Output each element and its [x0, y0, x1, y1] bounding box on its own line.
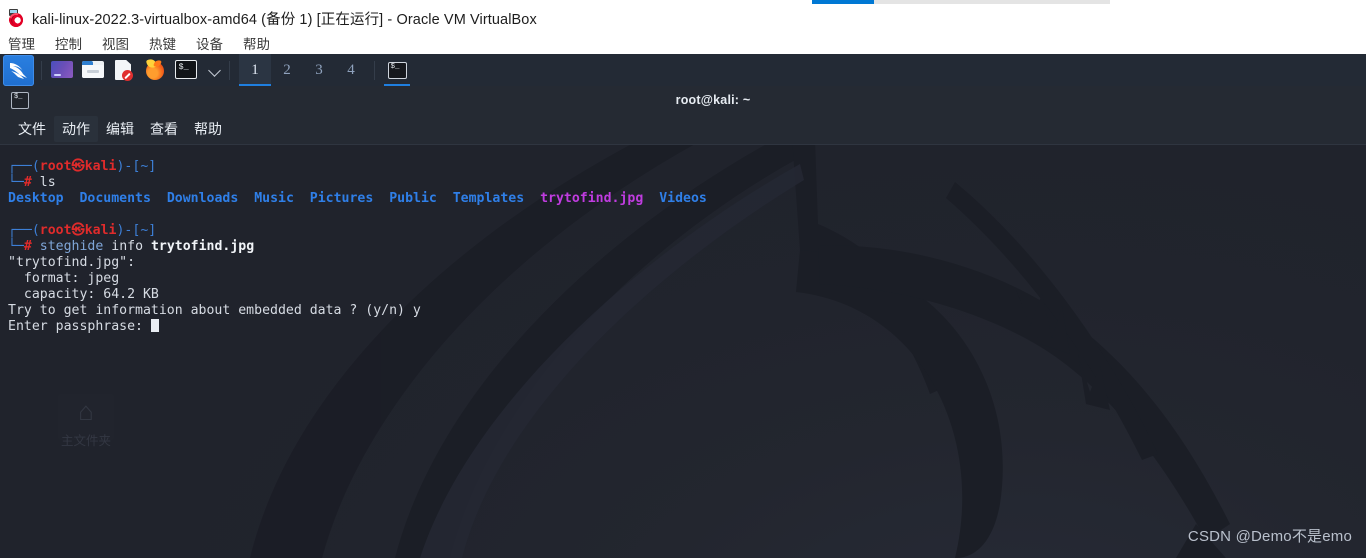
command-arg-2: info	[103, 239, 151, 254]
terminal-output-area[interactable]: ┌──(root㉿kali)-[~] └─# ls Desktop Docume…	[0, 145, 1366, 558]
firefox-icon	[144, 57, 166, 81]
panel-separator-2	[229, 60, 230, 80]
command-text-1: ls	[39, 175, 56, 190]
prompt-host-1: kali	[84, 159, 117, 174]
black-terminal-icon: $_	[175, 60, 197, 79]
prompt-host-2: kali	[84, 223, 117, 238]
guest-screen: ⌂ 主文件夹 $_ 1 2 3 4 $_ $_ root@kali: ~ 文件 …	[0, 54, 1366, 558]
output-line-prompt-question: Try to get information about embedded da…	[8, 303, 421, 318]
panel-separator-3	[374, 60, 375, 80]
output-line-format: format: jpeg	[8, 271, 120, 286]
menu-help[interactable]: 帮助	[243, 33, 270, 53]
terminal-window-chrome: $_ root@kali: ~ 文件 动作 编辑 查看 帮助	[0, 86, 1366, 145]
xfce-top-panel: $_ 1 2 3 4 $_	[0, 54, 1366, 86]
virtualbox-titlebar: kali-linux-2022.3-virtualbox-amd64 (备份 1…	[0, 5, 1366, 31]
passphrase-label: Enter passphrase:	[8, 319, 151, 334]
workspace-3[interactable]: 3	[303, 54, 335, 86]
terminal-tab[interactable]: $_	[7, 89, 33, 111]
document-icon	[113, 59, 133, 81]
prompt-at-icon-2: ㉿	[71, 223, 85, 238]
ls-entry-trytofind-jpg: trytofind.jpg	[540, 191, 644, 206]
prompt-user-2: root	[39, 223, 72, 238]
prompt-sigil-2: #	[23, 239, 32, 254]
prompt-sigil-1: #	[23, 175, 32, 190]
command-line-2: └─# steghide info trytofind.jpg	[8, 239, 255, 254]
terminal-window-icon	[51, 61, 73, 78]
taskbar-terminal-task[interactable]: $_	[384, 57, 410, 86]
menu-hotkey[interactable]: 热键	[149, 33, 176, 53]
menu-control[interactable]: 控制	[55, 33, 82, 53]
prompt-line-2: ┌──(root㉿kali)-[~]	[8, 223, 157, 238]
virtualbox-menubar: 管理 控制 视图 热键 设备 帮助	[0, 31, 1366, 54]
screenshot-root: kali-linux-2022.3-virtualbox-amd64 (备份 1…	[0, 0, 1366, 558]
command-name-2: steghide	[39, 239, 104, 254]
kali-menu-button[interactable]	[3, 54, 34, 86]
menu-devices[interactable]: 设备	[196, 33, 223, 53]
terminal-menu-actions[interactable]: 动作	[54, 116, 98, 142]
terminal-menubar: 文件 动作 编辑 查看 帮助	[0, 114, 1366, 145]
terminal-menu-view[interactable]: 查看	[142, 116, 186, 142]
ls-output-row: Desktop Documents Downloads Music Pictur…	[8, 191, 1366, 207]
firefox-launcher[interactable]	[144, 57, 166, 81]
terminal-menu-edit[interactable]: 编辑	[98, 116, 142, 142]
command-file-2: trytofind.jpg	[150, 239, 255, 254]
root-terminal-launcher[interactable]: $_	[175, 59, 197, 81]
folder-icon	[82, 61, 104, 78]
output-line-capacity: capacity: 64.2 KB	[8, 287, 159, 302]
output-line-passphrase: Enter passphrase:	[8, 319, 1366, 335]
output-line-filename: "trytofind.jpg":	[8, 255, 136, 270]
chevron-down-icon[interactable]	[208, 63, 222, 77]
menu-view[interactable]: 视图	[102, 33, 129, 53]
terminal-menu-help[interactable]: 帮助	[186, 116, 230, 142]
terminal-tabbar: $_	[0, 86, 1366, 114]
terminal-icon: $_	[11, 91, 29, 109]
prompt-line-1: ┌──(root㉿kali)-[~]	[8, 159, 157, 174]
workspace-1[interactable]: 1	[239, 54, 271, 86]
command-line-1: └─# ls	[8, 175, 56, 190]
background-progress-blue	[812, 0, 874, 4]
background-progress-grey	[874, 0, 1110, 4]
ls-entry-desktop: Desktop	[8, 191, 64, 206]
terminal-icon: $_	[387, 61, 407, 79]
ls-entry-videos: Videos	[659, 191, 707, 206]
prompt-user-1: root	[39, 159, 72, 174]
prompt-at-icon-1: ㉿	[71, 159, 85, 174]
panel-launchers: $_	[51, 57, 222, 81]
watermark: CSDN @Demo不是emo	[1187, 528, 1352, 545]
text-editor-launcher[interactable]	[113, 59, 135, 81]
kali-dragon-icon	[9, 63, 27, 79]
ls-entry-templates: Templates	[452, 191, 525, 206]
workspace-2[interactable]: 2	[271, 54, 303, 86]
file-manager-launcher[interactable]	[82, 59, 104, 81]
ls-entry-music: Music	[254, 191, 294, 206]
terminal-menu-file[interactable]: 文件	[10, 116, 54, 142]
menu-manage[interactable]: 管理	[8, 33, 35, 53]
workspace-4[interactable]: 4	[335, 54, 367, 86]
ls-entry-documents: Documents	[79, 191, 151, 206]
workspace-switcher: 1 2 3 4	[239, 54, 367, 86]
text-cursor	[150, 319, 159, 332]
ls-entry-public: Public	[389, 191, 437, 206]
window-title: kali-linux-2022.3-virtualbox-amd64 (备份 1…	[32, 11, 537, 28]
ls-entry-pictures: Pictures	[309, 191, 374, 206]
terminal-emulator-launcher[interactable]	[51, 59, 73, 81]
panel-separator-1	[41, 60, 42, 80]
virtualbox-icon	[7, 9, 25, 27]
ls-entry-downloads: Downloads	[166, 191, 239, 206]
